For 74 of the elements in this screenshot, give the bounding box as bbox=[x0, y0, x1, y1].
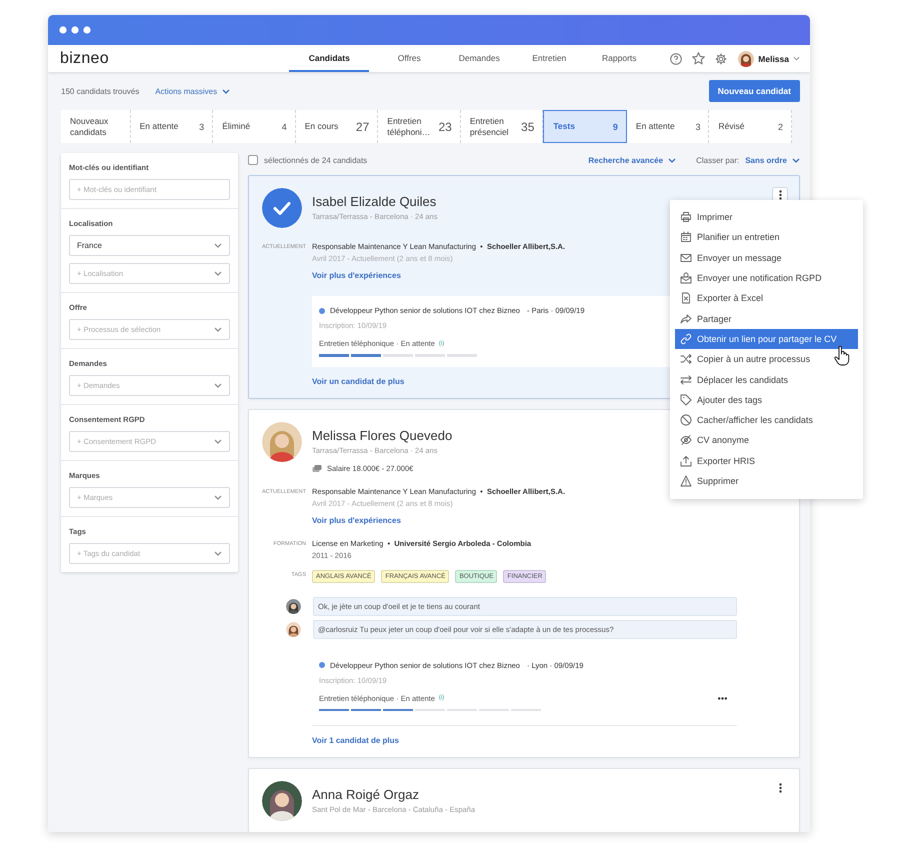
pipeline-stage[interactable]: Nouveaux candidats bbox=[61, 110, 131, 143]
menu-item[interactable]: Déplacer les candidats bbox=[675, 369, 858, 390]
selection-count: sélectionnés de 24 candidats bbox=[264, 156, 368, 164]
eye-slash-icon bbox=[680, 434, 692, 446]
pipeline-stage[interactable]: En attente 3 bbox=[626, 110, 710, 143]
menu-item[interactable]: Obtenir un lien pour partager le CV bbox=[675, 328, 858, 350]
sort-dropdown[interactable]: Sans ordre bbox=[745, 156, 800, 164]
window-controls-icon[interactable] bbox=[59, 26, 91, 34]
menu-item[interactable]: CV anonyme bbox=[675, 430, 858, 451]
menu-item[interactable]: Exporter à Excel bbox=[675, 288, 858, 308]
caret-icon bbox=[792, 158, 800, 162]
candidate-name[interactable]: Melissa Flores Quevedo bbox=[312, 428, 452, 442]
candidate-name[interactable]: Isabel Elizalde Quiles bbox=[312, 194, 436, 209]
more-experience-link[interactable]: Voir plus d'expériences bbox=[312, 516, 787, 524]
sort-label: Classer par: bbox=[696, 156, 740, 164]
candidate-name[interactable]: Anna Roigé Orgaz bbox=[312, 787, 419, 802]
pipeline-stage[interactable]: Tests 9 bbox=[543, 110, 627, 143]
bulk-actions-link[interactable]: Actions massives bbox=[155, 86, 230, 96]
new-candidate-button[interactable]: Nouveau candidat bbox=[708, 80, 800, 102]
menu-item[interactable]: Envoyer un message bbox=[675, 248, 858, 268]
share-icon bbox=[680, 312, 692, 325]
menu-item[interactable]: Copier à un autre processus bbox=[675, 349, 858, 370]
pipeline-stage[interactable]: En cours 27 bbox=[296, 110, 378, 143]
more-icon bbox=[718, 696, 727, 700]
user-name[interactable]: Melissa bbox=[758, 54, 789, 64]
caret-icon bbox=[214, 439, 222, 444]
envelope-icon bbox=[680, 252, 692, 264]
menu-item[interactable]: Ajouter des tags bbox=[675, 390, 858, 410]
upload-icon bbox=[680, 454, 692, 467]
ban-icon bbox=[680, 414, 692, 426]
caret-icon bbox=[222, 88, 230, 94]
more-icon bbox=[778, 783, 782, 793]
menu-item[interactable]: Supprimer bbox=[675, 470, 858, 492]
menu-item[interactable]: Planifier un entretien bbox=[675, 227, 858, 248]
advanced-search-link[interactable]: Recherche avancée bbox=[588, 156, 676, 164]
star-icon[interactable] bbox=[692, 52, 706, 65]
hand-cursor-icon bbox=[834, 346, 850, 366]
more-candidates-link[interactable]: Voir 1 candidat de plus bbox=[312, 725, 737, 745]
menu-item[interactable]: Exporter HRIS bbox=[675, 450, 858, 471]
pipeline-stage[interactable]: Éliminé 4 bbox=[213, 110, 296, 143]
menu-item[interactable]: Envoyer une notification RGPD bbox=[675, 268, 858, 288]
help-icon[interactable] bbox=[670, 52, 682, 64]
shuffle-icon bbox=[680, 353, 692, 366]
more-icon bbox=[778, 190, 782, 200]
caret-icon bbox=[214, 243, 222, 248]
pipeline-stage[interactable]: Révisé 2 bbox=[709, 110, 792, 143]
calendar-icon bbox=[680, 231, 692, 244]
menu-item[interactable]: Cacher/afficher les candidats bbox=[675, 410, 858, 430]
tag-icon bbox=[680, 394, 692, 406]
caret-icon[interactable] bbox=[793, 56, 800, 61]
swap-icon bbox=[680, 374, 692, 386]
nav-tab[interactable]: Candidats bbox=[289, 45, 370, 72]
more-button[interactable] bbox=[716, 694, 729, 702]
dropdown-field[interactable]: France bbox=[69, 235, 230, 256]
check-icon[interactable] bbox=[262, 188, 302, 228]
logo[interactable]: bizneo bbox=[60, 50, 109, 68]
warning-icon bbox=[680, 475, 692, 487]
link-icon bbox=[680, 332, 692, 345]
caret-icon bbox=[214, 383, 222, 388]
caret-icon bbox=[214, 271, 222, 276]
money-icon bbox=[312, 464, 322, 472]
caret-icon bbox=[214, 327, 222, 332]
envelope-icon bbox=[680, 272, 692, 284]
settings-icon[interactable] bbox=[715, 52, 728, 64]
pipeline-stage[interactable]: En attente 3 bbox=[130, 110, 214, 143]
caret-icon bbox=[214, 551, 222, 556]
caret-icon bbox=[668, 158, 676, 162]
caret-icon bbox=[214, 495, 222, 500]
results-count: 150 candidats trouvés bbox=[61, 86, 140, 96]
checkbox[interactable] bbox=[248, 155, 258, 165]
menu-item[interactable]: Partager bbox=[675, 308, 858, 329]
printer-icon bbox=[680, 211, 692, 224]
menu-item[interactable]: Imprimer bbox=[675, 207, 858, 228]
document-icon bbox=[680, 292, 692, 304]
